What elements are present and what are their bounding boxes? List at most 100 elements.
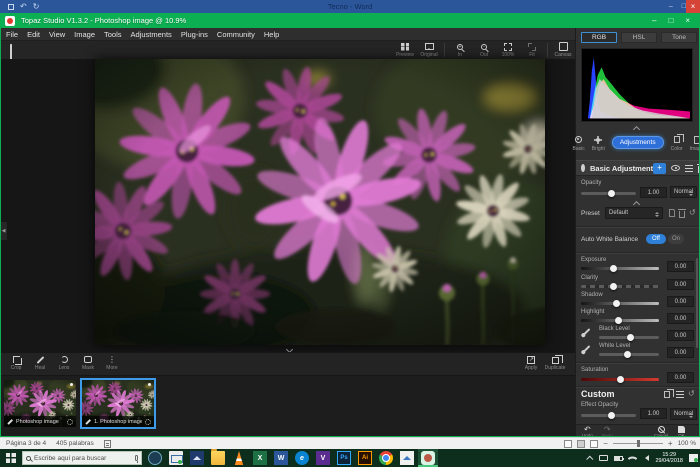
zoom-in-control[interactable]: + (668, 439, 673, 448)
effect-opacity-value[interactable]: 1.00 (640, 408, 667, 419)
mask-button[interactable]: Mask (80, 355, 96, 371)
volume-icon[interactable] (642, 455, 649, 461)
white-eyedropper-icon[interactable] (583, 345, 591, 353)
reset-icon[interactable]: ↺ (688, 390, 695, 398)
fit-button[interactable]: Fit (523, 42, 541, 58)
visibility-eye-icon[interactable] (671, 165, 680, 171)
word-count[interactable]: 405 palabras (56, 440, 94, 447)
panel-scrollbar[interactable] (696, 258, 698, 348)
zoom-knob[interactable] (637, 440, 640, 447)
menu-adjustments[interactable]: Adjustments (131, 30, 172, 39)
topaz-minimize-button[interactable]: – (652, 16, 656, 25)
clarity-slider[interactable] (581, 285, 659, 288)
thumbnail-original[interactable]: Photoshop image (4, 380, 76, 427)
original-button[interactable]: Original (420, 42, 438, 58)
word-minimize-button[interactable]: – (669, 3, 673, 10)
proofing-icon[interactable] (104, 440, 111, 448)
hidden-icons-chevron[interactable] (587, 455, 594, 462)
highlight-value[interactable]: 0.00 (667, 313, 694, 324)
saturation-value[interactable]: 0.00 (667, 372, 694, 383)
illustrator-icon[interactable]: Ai (358, 451, 372, 465)
menu-bars-icon[interactable] (676, 391, 684, 398)
nav-color[interactable]: Color (671, 135, 683, 152)
nav-basic[interactable]: Basic (573, 135, 585, 152)
thumbnail-edited[interactable]: 1. Photoshop image (82, 380, 154, 427)
menu-plugins[interactable]: Plug-ins (181, 30, 208, 39)
save-preset-icon[interactable] (669, 209, 675, 217)
menu-image[interactable]: Image (74, 30, 95, 39)
gallery-icon[interactable] (400, 451, 414, 465)
excel-icon[interactable]: X (253, 451, 267, 465)
white-level-slider[interactable] (599, 353, 659, 356)
menu-view[interactable]: View (49, 30, 65, 39)
file-explorer-icon[interactable] (211, 451, 225, 465)
histogram-tab-tone[interactable]: Tone (661, 32, 697, 43)
photos-icon[interactable] (190, 451, 204, 465)
photoshop-icon[interactable]: Ps (337, 451, 351, 465)
copy-icon[interactable] (664, 391, 670, 398)
preset-dropdown[interactable]: Default (605, 207, 663, 219)
action-center-icon[interactable] (689, 454, 698, 462)
search-input[interactable] (34, 455, 132, 462)
zoom-out-button[interactable]: -Out (475, 42, 493, 58)
histogram-tab-rgb[interactable]: RGB (581, 32, 617, 43)
battery-icon[interactable] (614, 456, 623, 461)
menu-edit[interactable]: Edit (27, 30, 40, 39)
cortana-icon[interactable] (148, 451, 162, 465)
add-adjustment-button[interactable]: + (653, 163, 666, 174)
delete-preset-icon[interactable] (679, 211, 685, 218)
crop-button[interactable]: Crop (8, 355, 24, 371)
duplicate-button[interactable]: Duplicate (547, 355, 563, 371)
awb-off-toggle[interactable]: Off (646, 234, 666, 244)
canvas-button[interactable]: Canvas (554, 42, 572, 58)
awb-on-toggle[interactable]: On (668, 234, 684, 244)
web-layout-icon[interactable] (590, 440, 598, 448)
gear-icon[interactable] (145, 419, 151, 425)
blend-mode-dropdown[interactable]: Normal (670, 186, 697, 198)
topaz-close-button[interactable]: × (685, 16, 690, 25)
taskbar-search[interactable] (22, 451, 142, 465)
zoom-slider[interactable] (613, 443, 663, 444)
nav-bright[interactable]: Bright (592, 135, 605, 152)
topaz-maximize-button[interactable]: □ (668, 16, 673, 25)
canvas-image[interactable] (95, 59, 545, 345)
basic-adjustment-header[interactable]: Basic Adjustment + (576, 160, 700, 176)
menu-tools[interactable]: Tools (104, 30, 122, 39)
menu-file[interactable]: File (6, 30, 18, 39)
white-level-value[interactable]: 0.00 (667, 347, 694, 358)
mail-icon[interactable] (169, 451, 183, 465)
opacity-value[interactable]: 1.00 (640, 187, 667, 198)
saturation-slider[interactable] (581, 378, 659, 381)
zoom-out-control[interactable]: − (603, 439, 608, 448)
word-icon[interactable]: W (274, 451, 288, 465)
chrome-icon[interactable] (379, 451, 393, 465)
wifi-icon[interactable] (628, 453, 638, 463)
preview-button[interactable]: Preview (396, 42, 414, 58)
shadow-value[interactable]: 0.00 (667, 296, 694, 307)
more-button[interactable]: ⋮More (104, 355, 120, 371)
edge-icon[interactable]: e (295, 451, 309, 465)
topaz-studio-icon[interactable] (421, 451, 435, 465)
lens-button[interactable]: Lens (56, 355, 72, 371)
zoom-100-button[interactable]: 100% (499, 42, 517, 58)
histogram-tab-hsl[interactable]: HSL (621, 32, 657, 43)
effect-opacity-slider[interactable] (581, 414, 636, 417)
apply-button[interactable]: Apply (523, 355, 539, 371)
page-indicator[interactable]: Página 3 de 4 (6, 440, 46, 447)
clock[interactable]: 15:29 29/04/2018 (655, 452, 683, 465)
black-eyedropper-icon[interactable] (583, 328, 591, 336)
menu-help[interactable]: Help (264, 30, 279, 39)
menu-bars-icon[interactable] (685, 165, 693, 172)
gear-icon[interactable] (67, 419, 73, 425)
visual-studio-icon[interactable]: V (316, 451, 330, 465)
highlight-slider[interactable] (581, 319, 659, 322)
reset-preset-icon[interactable]: ↺ (689, 209, 696, 217)
opacity-slider[interactable] (581, 192, 636, 195)
microphone-icon[interactable] (135, 455, 138, 461)
black-level-value[interactable]: 0.00 (667, 330, 694, 341)
adjustments-button[interactable]: Adjustments (612, 136, 664, 149)
zoom-level[interactable]: 100 % (678, 440, 696, 447)
effect-blend-dropdown[interactable]: Normal (670, 408, 697, 420)
start-button[interactable] (0, 449, 22, 467)
shadow-slider[interactable] (581, 302, 659, 305)
